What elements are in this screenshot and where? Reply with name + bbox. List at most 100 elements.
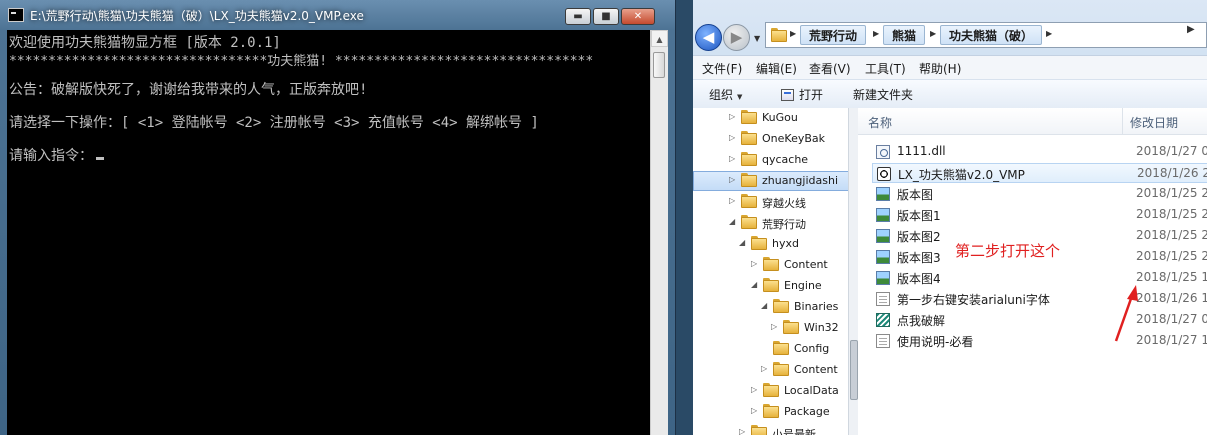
menu-edit[interactable]: 编辑(E) [756,60,797,77]
maximize-button[interactable]: ■ [593,8,619,25]
folder-icon [751,425,767,435]
scroll-up-icon[interactable]: ▲ [651,30,668,47]
refresh-icon[interactable]: ▶ [1187,24,1195,35]
file-list[interactable]: 名称 修改日期 1111.dll 2018/1/27 0:2 LX_功夫熊猫v2… [858,108,1207,435]
column-name[interactable]: 名称 [868,114,892,131]
organize-label: 组织 [709,88,734,102]
file-row-1111-dll[interactable]: 1111.dll 2018/1/27 0:2 [872,142,1207,162]
menu-tools[interactable]: 工具(T) [865,60,906,77]
column-header: 名称 修改日期 [858,108,1207,135]
expand-icon[interactable]: ▷ [729,154,735,163]
collapse-icon[interactable]: ◢ [739,238,745,247]
tree-item-localdata[interactable]: ▷ LocalData [693,381,848,401]
collapse-icon[interactable]: ◢ [761,301,767,310]
file-date: 2018/1/26 22 [1137,166,1207,180]
navigation-tree[interactable]: ▷ KuGou ▷ OneKeyBak ▷ qycache ▷ zhuangji… [693,108,848,435]
chevron-right-icon[interactable]: ▶ [1046,29,1052,38]
scroll-thumb[interactable] [653,52,665,78]
file-row-banbentu[interactable]: 版本图 2018/1/25 23 [872,184,1207,204]
expand-icon[interactable]: ▷ [729,196,735,205]
organize-button[interactable]: 组织 ▼ [709,86,742,103]
file-date: 2018/1/27 18 [1136,333,1207,347]
expand-icon[interactable]: ▷ [751,385,757,394]
chevron-right-icon[interactable]: ▶ [873,29,879,38]
annotation-arrow-icon [1114,285,1138,342]
expand-icon[interactable]: ▷ [771,322,777,331]
console-line-welcome: 欢迎使用功夫熊猫物显方框 [版本 2.0.1] [9,35,281,51]
column-date-modified[interactable]: 修改日期 [1130,114,1178,131]
breadcrumb-huangye[interactable]: 荒野行动 [800,25,867,45]
folder-icon [773,341,789,355]
tree-item-qycache[interactable]: ▷ qycache [693,150,848,170]
menu-view[interactable]: 查看(V) [809,60,851,77]
file-name: 使用说明-必看 [897,335,974,349]
file-row-banbentu4[interactable]: 版本图4 2018/1/25 18 [872,268,1207,288]
tree-item-win32[interactable]: ▷ Win32 [693,318,848,338]
tree-item-huangyexingdong[interactable]: ◢ 荒野行动 [693,213,848,233]
annotation-text: 第二步打开这个 [955,242,1061,260]
tree-item-package[interactable]: ▷ Package [693,402,848,422]
tree-item-onekeybak[interactable]: ▷ OneKeyBak [693,129,848,149]
open-button[interactable]: 打开 [781,86,823,103]
tree-item-content[interactable]: ▷ Content [693,255,848,275]
expand-icon[interactable]: ▷ [751,259,757,268]
document-icon [876,292,890,306]
open-label: 打开 [799,88,824,102]
dll-icon [876,145,890,159]
file-row-banbentu1[interactable]: 版本图1 2018/1/25 23 [872,205,1207,225]
tree-item-label: 穿越火线 [762,197,806,210]
console-scrollbar[interactable]: ▲ [650,30,668,435]
breadcrumb-xiongmao[interactable]: 熊猫 [883,25,926,45]
console-line-notice: 公告：破解版快死了，谢谢给我带来的人气，正版奔放吧! [9,82,368,98]
tree-item-hyxd[interactable]: ◢ hyxd [693,234,848,254]
folder-icon [741,152,757,166]
back-button[interactable]: ◀ [695,24,722,51]
file-row-lx-exe[interactable]: LX_功夫熊猫v2.0_VMP 2018/1/26 22 [872,163,1207,183]
forward-button[interactable]: ▶ [723,24,750,51]
tree-item-kugou[interactable]: ▷ KuGou [693,108,848,128]
address-bar[interactable]: ▶ 荒野行动 ▶ 熊猫 ▶ 功夫熊猫（破） ▶ [765,22,1207,48]
console-line-banner: *********************************功夫熊猫! *… [9,54,594,69]
minimize-button[interactable]: ▬ [565,8,591,25]
image-icon [876,187,890,201]
folder-icon [763,404,779,418]
file-name: 1111.dll [897,144,946,158]
breadcrumb-gongfu[interactable]: 功夫熊猫（破） [940,25,1043,45]
folder-icon [763,383,779,397]
tree-item-config[interactable]: Config [693,339,848,359]
tree-item-engine[interactable]: ◢ Engine [693,276,848,296]
console-output[interactable]: 欢迎使用功夫熊猫物显方框 [版本 2.0.1] ****************… [7,30,650,435]
expand-icon[interactable]: ▷ [729,133,735,142]
tree-item-xiaohao[interactable]: ▷ 小号最新 [693,423,848,435]
file-row-crack[interactable]: 点我破解 2018/1/27 0:2 [872,310,1207,330]
menu-help[interactable]: 帮助(H) [919,60,961,77]
file-date: 2018/1/27 0:2 [1136,312,1207,326]
explorer-window: ◀ ▶ ▼ ▶ 荒野行动 ▶ 熊猫 ▶ 功夫熊猫（破） ▶ ▶ 文件(F) 编辑… [693,0,1207,435]
folder-icon [741,194,757,208]
file-row-readme[interactable]: 使用说明-必看 2018/1/27 18 [872,331,1207,351]
tree-item-content-2[interactable]: ▷ Content [693,360,848,380]
chevron-right-icon[interactable]: ▶ [930,29,936,38]
expand-icon[interactable]: ▷ [761,364,767,373]
console-line-prompt[interactable]: 请输入指令： [9,145,104,165]
history-dropdown-icon[interactable]: ▼ [754,34,760,43]
collapse-icon[interactable]: ◢ [729,217,735,226]
expand-icon[interactable]: ▷ [739,427,745,435]
file-row-step1-font[interactable]: 第一步右键安装arialuni字体 2018/1/26 19 [872,289,1207,309]
prompt-text: 请输入指令： [9,148,93,164]
tree-item-zhuangjidashi[interactable]: ▷ zhuangjidashi [693,171,848,191]
chevron-right-icon[interactable]: ▶ [790,29,796,38]
new-folder-button[interactable]: 新建文件夹 [853,86,913,103]
tree-scroll-thumb[interactable] [850,340,858,400]
console-titlebar[interactable]: E:\荒野行动\熊猫\功夫熊猫（破）\LX_功夫熊猫v2.0_VMP.exe ▬… [0,0,675,30]
column-divider[interactable] [1122,108,1123,134]
expand-icon[interactable]: ▷ [751,406,757,415]
expand-icon[interactable]: ▷ [729,175,735,184]
collapse-icon[interactable]: ◢ [751,280,757,289]
expand-icon[interactable]: ▷ [729,112,735,121]
tree-item-chuanyuehuoxian[interactable]: ▷ 穿越火线 [693,192,848,212]
menu-file[interactable]: 文件(F) [702,60,742,77]
console-app-icon [8,8,24,22]
tree-item-binaries[interactable]: ◢ Binaries [693,297,848,317]
close-button[interactable]: ✕ [621,8,655,25]
